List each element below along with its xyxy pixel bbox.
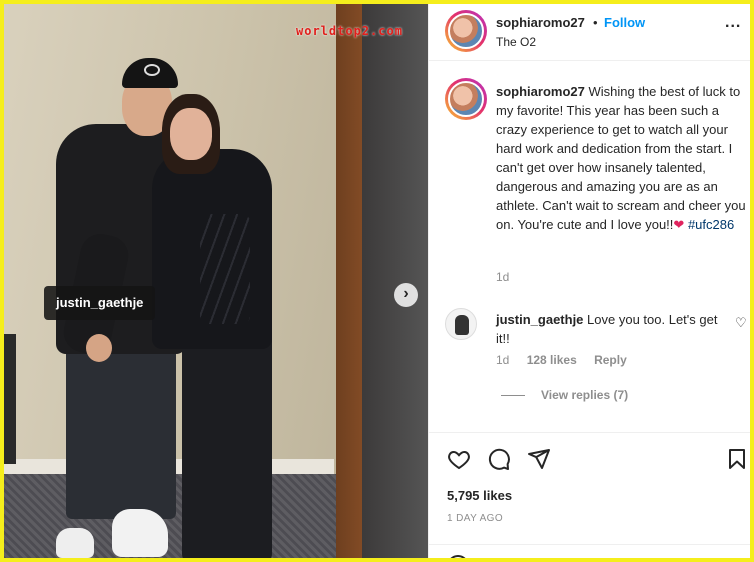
cap-logo <box>144 64 160 76</box>
author-avatar[interactable] <box>445 10 487 52</box>
comment-body: justin_gaethje Love you too. Let's get i… <box>496 310 732 348</box>
man-shoe-left <box>56 528 94 558</box>
post-caption: sophiaromo27 Wishing the best of luck to… <box>496 82 746 234</box>
caption-text: Wishing the best of luck to my favorite!… <box>496 84 746 232</box>
view-replies-button[interactable]: View replies (7) <box>541 388 628 402</box>
likes-count[interactable]: 5,795 likes <box>447 488 512 503</box>
author-username[interactable]: sophiaromo27 <box>496 15 585 30</box>
follow-button[interactable]: Follow <box>604 15 645 30</box>
share-icon[interactable] <box>527 447 551 471</box>
view-replies-line <box>501 395 525 396</box>
comment-icon[interactable] <box>487 447 511 471</box>
post-sidebar: sophiaromo27 • Follow The O2 ... sophiar… <box>428 4 750 558</box>
man-shoe-right <box>112 509 168 557</box>
man-hand <box>86 334 112 362</box>
post-photo[interactable]: worldtop2.com justin_gaethje › <box>4 4 428 558</box>
photo-door <box>362 4 428 558</box>
heart-emoji: ❤ <box>673 217 685 232</box>
photo-shadow <box>4 334 16 464</box>
caption-timestamp[interactable]: 1d <box>496 270 509 284</box>
woman-face <box>170 108 212 160</box>
post-location[interactable]: The O2 <box>496 35 536 49</box>
caption-hashtag[interactable]: #ufc286 <box>688 217 734 232</box>
woman-legs <box>182 314 272 558</box>
emoji-icon[interactable] <box>447 555 469 558</box>
user-tag-bubble[interactable]: justin_gaethje <box>44 286 156 320</box>
man-legs <box>66 339 176 519</box>
caption-username[interactable]: sophiaromo27 <box>496 84 585 99</box>
post-actions <box>429 432 750 482</box>
woman-jacket-stripes <box>200 214 250 324</box>
watermark: worldtop2.com <box>296 24 403 38</box>
comment-username[interactable]: justin_gaethje <box>496 312 583 327</box>
chevron-right-icon: › <box>403 285 409 302</box>
caption-avatar[interactable] <box>445 78 487 120</box>
post-timestamp[interactable]: 1 DAY AGO <box>447 513 503 524</box>
reply-avatar[interactable] <box>445 308 477 340</box>
comment-reply-button[interactable]: Reply <box>594 353 627 367</box>
comment-timestamp[interactable]: 1d <box>496 353 509 367</box>
comment-likes-count[interactable]: 128 likes <box>527 353 577 367</box>
heart-icon[interactable] <box>447 447 471 471</box>
ellipsis-icon[interactable]: ... <box>725 14 741 32</box>
app-frame: worldtop2.com justin_gaethje › sophiarom… <box>0 0 754 562</box>
next-photo-button[interactable]: › <box>394 283 418 307</box>
avatar-image <box>455 315 469 335</box>
avatar-image <box>448 81 484 117</box>
header-separator: • <box>593 15 598 30</box>
post-header: sophiaromo27 • Follow The O2 ... <box>429 4 750 61</box>
avatar-image <box>448 13 484 49</box>
bookmark-icon[interactable] <box>725 447 749 471</box>
comment-meta: 1d 128 likes Reply <box>496 353 641 367</box>
comment-like-heart-icon[interactable]: ♡ <box>735 315 747 331</box>
add-comment-bar[interactable] <box>429 544 750 558</box>
